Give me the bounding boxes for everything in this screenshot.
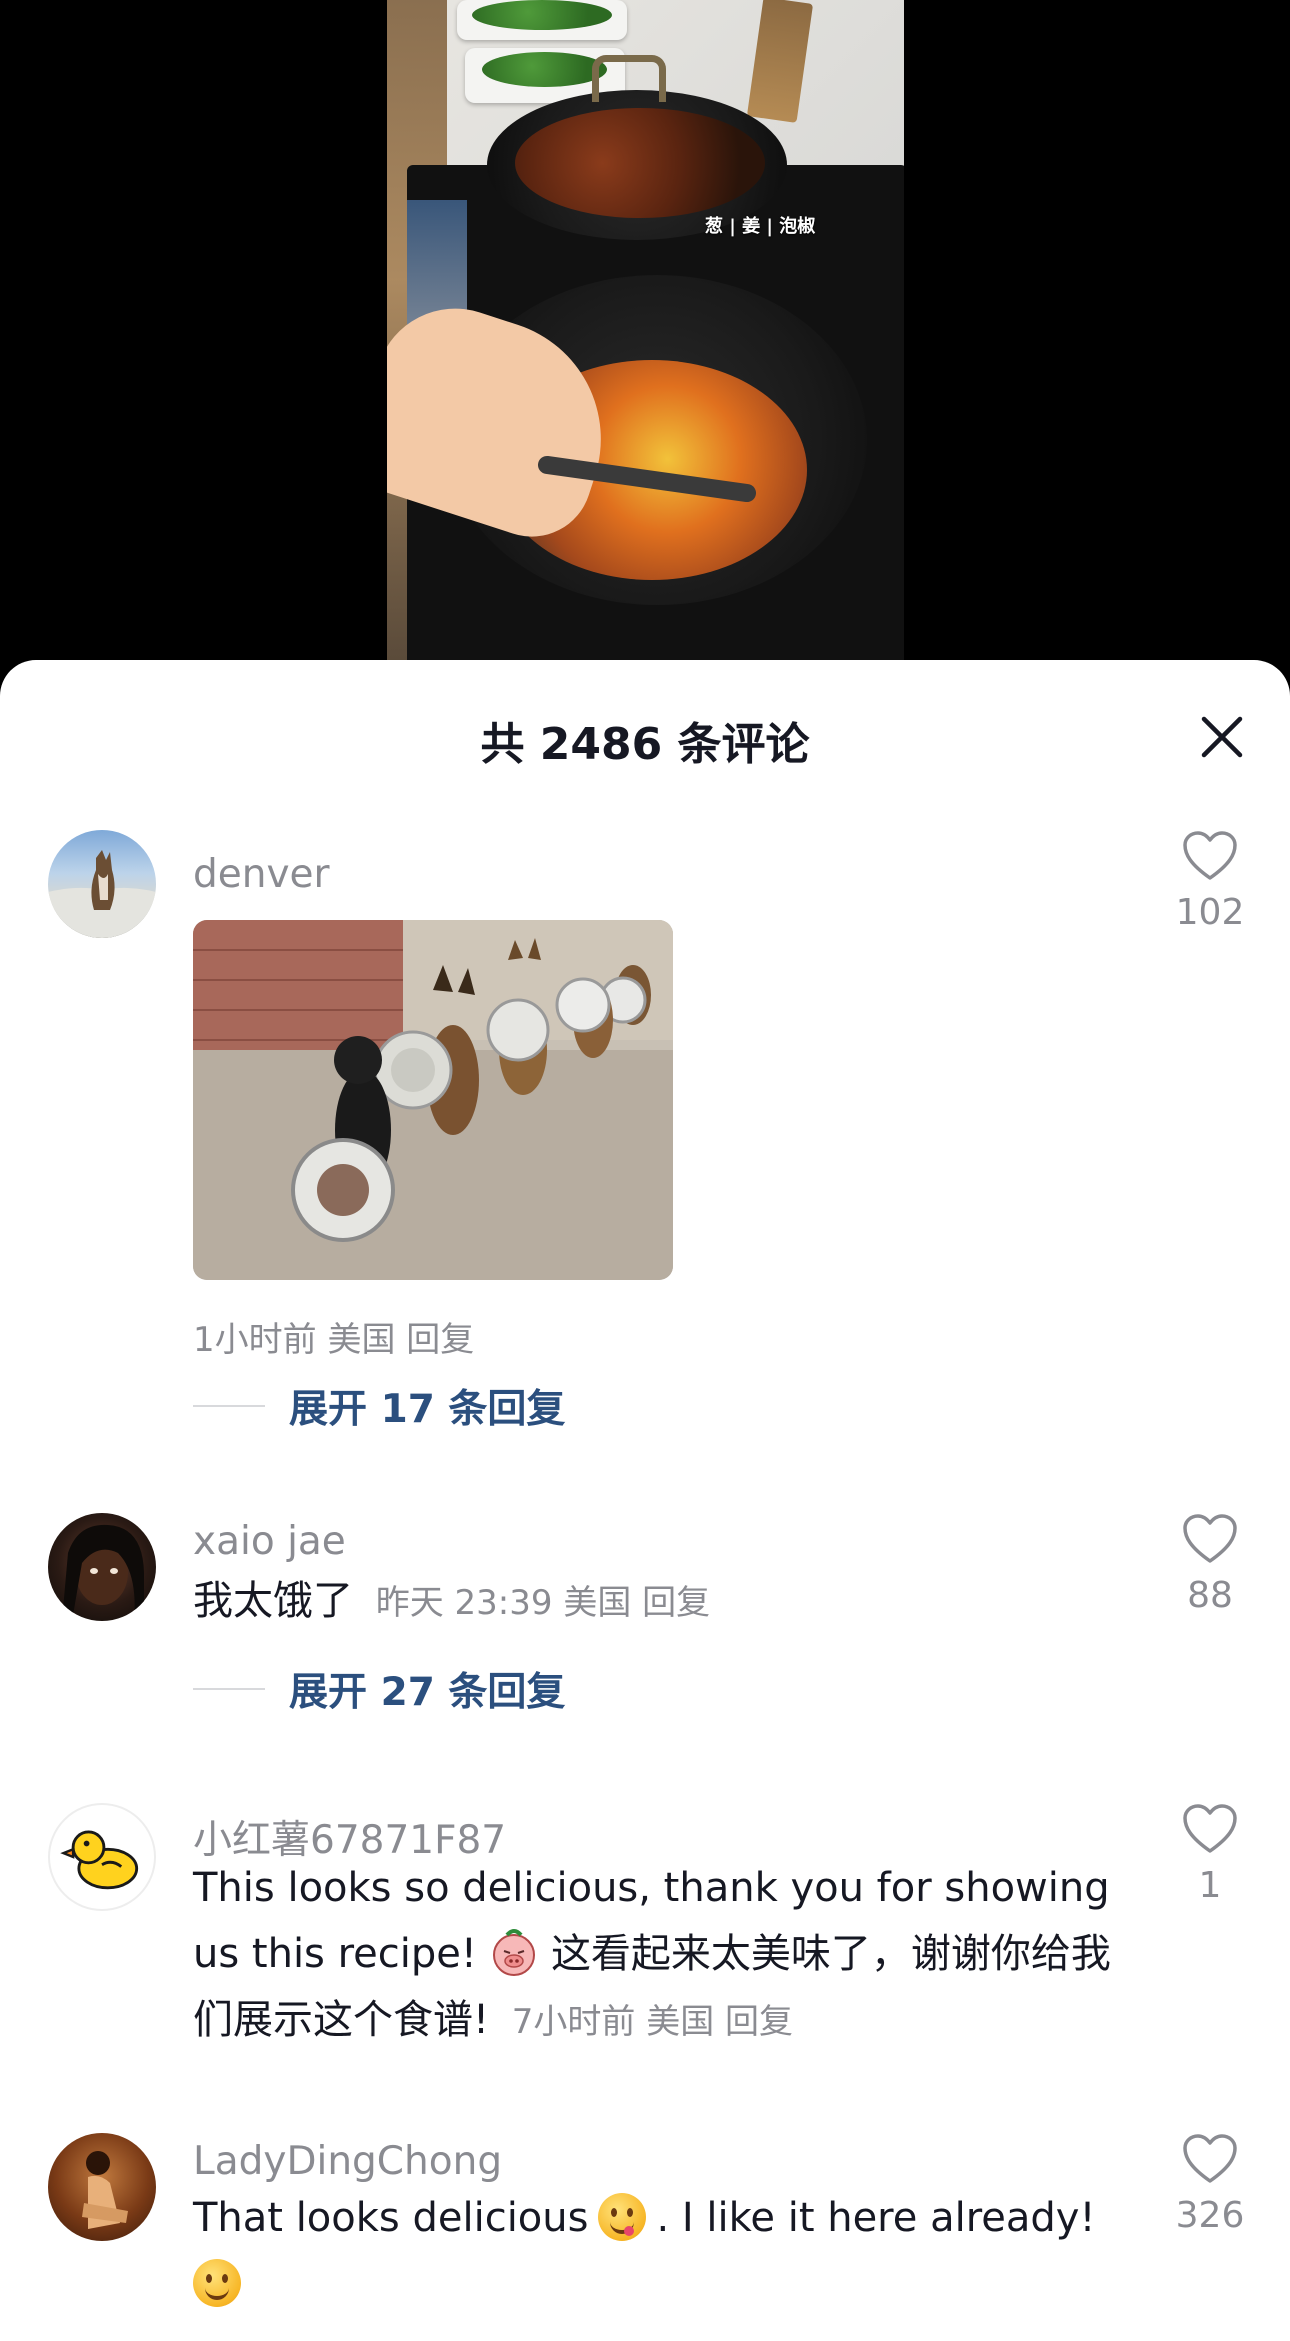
like-button[interactable]: 326	[1160, 2133, 1260, 2236]
comment-username[interactable]: denver	[193, 852, 330, 897]
comment-body-part2: . I like it here already!	[656, 2195, 1096, 2241]
comment-item: LadyDingChong That looks delicious . I li…	[0, 2133, 1290, 2341]
duck-icon	[60, 1830, 139, 1890]
like-count: 326	[1175, 2195, 1245, 2236]
comment-meta[interactable]: 昨天 23:39 美国 回复	[376, 1583, 710, 1623]
avatar[interactable]	[48, 1513, 156, 1621]
comment-meta[interactable]: 1小时前 美国 回复	[193, 1312, 474, 1361]
sheet-header: 共 2486 条评论	[0, 660, 1290, 800]
like-count: 102	[1175, 892, 1245, 933]
comment-body-part1: That looks delicious	[193, 2195, 589, 2241]
braised-food	[515, 108, 765, 218]
avatar[interactable]	[48, 1803, 156, 1911]
like-button[interactable]: 102	[1160, 830, 1260, 933]
divider	[193, 1405, 265, 1407]
comment-body: 我太饿了	[193, 1578, 353, 1624]
heart-icon	[1183, 831, 1237, 880]
comment-count-title: 共 2486 条评论	[480, 719, 810, 770]
expand-replies-label: 展开 27 条回复	[289, 1670, 566, 1715]
comment-item: 小红薯67871F87 This looks so delicious, tha…	[0, 1803, 1290, 2103]
divider	[193, 1688, 265, 1690]
yum-emoji-icon	[598, 2193, 647, 2241]
video-player[interactable]: 葱 | 姜 | 泡椒	[0, 0, 1290, 700]
like-button[interactable]: 1	[1160, 1803, 1260, 1906]
smile-emoji-icon	[193, 2259, 241, 2307]
like-button[interactable]: 88	[1160, 1513, 1260, 1616]
expand-replies-button[interactable]: 展开 17 条回复	[193, 1378, 565, 1434]
expand-replies-button[interactable]: 展开 27 条回复	[193, 1661, 565, 1717]
comment-image[interactable]	[193, 920, 673, 1280]
heart-icon	[1183, 2134, 1237, 2183]
video-frame[interactable]	[387, 0, 904, 700]
comment-username[interactable]: LadyDingChong	[193, 2139, 502, 2184]
avatar[interactable]	[48, 2133, 156, 2241]
video-caption: 葱 | 姜 | 泡椒	[705, 216, 816, 237]
expand-replies-label: 展开 17 条回复	[289, 1387, 566, 1432]
avatar[interactable]	[48, 830, 156, 938]
comment-item: xaio jae 我太饿了 昨天 23:39 美国 回复 88 展开 27 条回…	[0, 1513, 1290, 1773]
comment-text: This looks so delicious, thank you for s…	[193, 1855, 1123, 2055]
pig-emoji-icon	[492, 1929, 535, 1976]
comment-text: That looks delicious . I like it here alr…	[193, 2185, 1123, 2317]
close-button[interactable]	[1195, 710, 1249, 764]
like-count: 88	[1187, 1575, 1233, 1616]
heart-icon	[1183, 1804, 1237, 1853]
close-icon	[1201, 716, 1243, 758]
comment-sheet: 共 2486 条评论 denver 102 1小时前 美国 回复 展开 17 条…	[0, 660, 1290, 2341]
comment-text: 我太饿了 昨天 23:39 美国 回复	[193, 1568, 1123, 1636]
like-count: 1	[1198, 1865, 1222, 1906]
heart-icon	[1183, 1514, 1237, 1563]
comment-meta[interactable]: 7小时前 美国 回复	[512, 2002, 793, 2042]
comment-username[interactable]: xaio jae	[193, 1519, 346, 1564]
